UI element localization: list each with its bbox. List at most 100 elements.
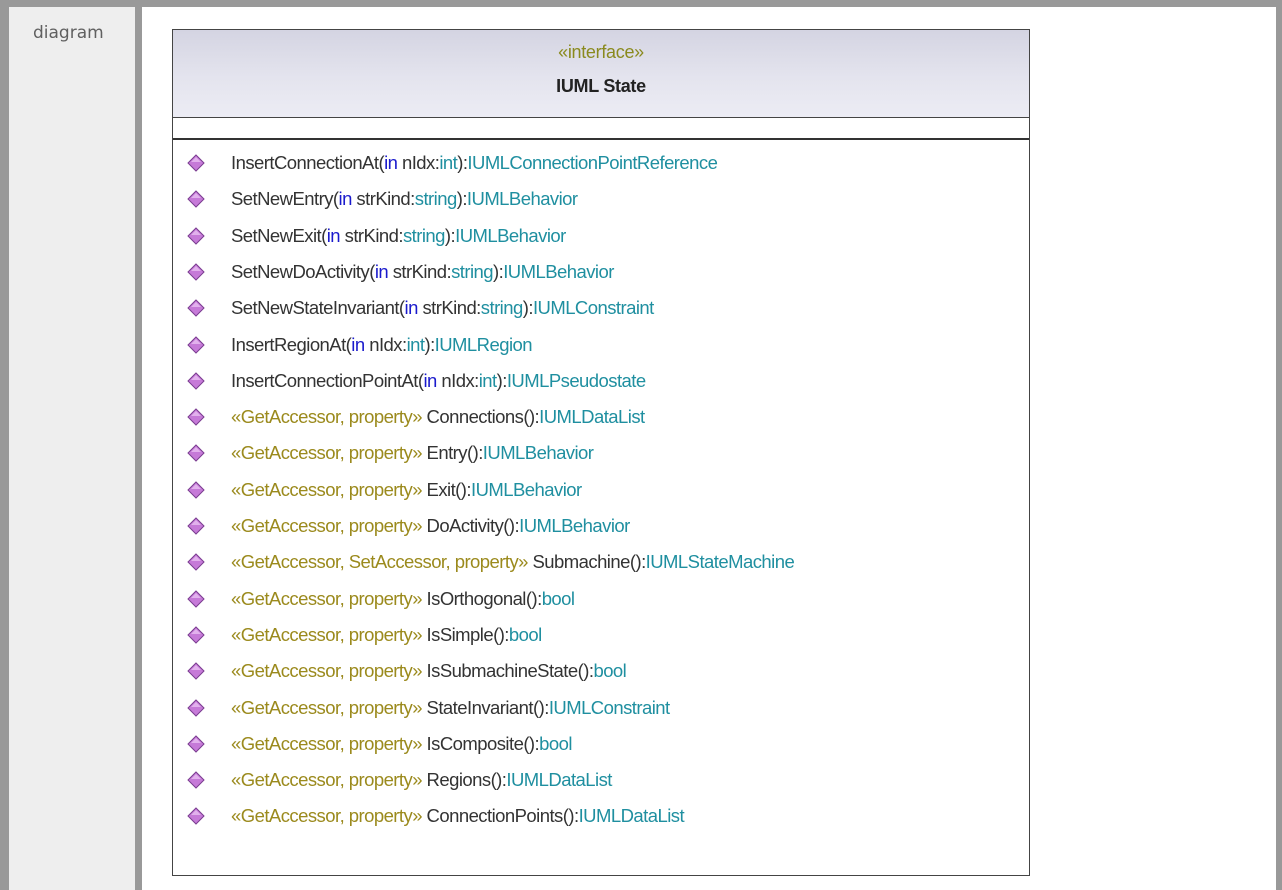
- return-type: bool: [593, 660, 627, 682]
- parameter-name: strKind:: [351, 188, 415, 210]
- parameter-type: string: [402, 224, 446, 246]
- operation-signature: «GetAccessor, SetAccessor, property» Sub…: [231, 547, 795, 577]
- operation-name: IsComposite():: [426, 732, 540, 754]
- operation-diamond-icon: [187, 372, 205, 390]
- operation-diamond-icon: [187, 807, 205, 826]
- operation-signature: «GetAccessor, property» IsOrthogonal():b…: [231, 584, 575, 614]
- parameter-name: nIdx:: [436, 369, 479, 391]
- operation-name: SetNewStateInvariant(: [231, 297, 405, 319]
- attributes-compartment: [173, 118, 1029, 140]
- parameter-name: strKind:: [417, 297, 481, 319]
- operation-punctuation: ):: [444, 224, 456, 246]
- operation-name: Entry():: [426, 442, 484, 464]
- return-type: bool: [541, 587, 575, 609]
- operation-name: ConnectionPoints():: [426, 805, 580, 827]
- return-type: IUMLBehavior: [503, 260, 614, 282]
- return-type: bool: [539, 732, 572, 754]
- section-label-cell: diagram: [9, 7, 142, 890]
- return-type: IUMLConstraint: [548, 696, 670, 718]
- operation-signature: «GetAccessor, property» Connections():IU…: [231, 402, 645, 432]
- operation-diamond-icon: [187, 589, 205, 608]
- operation-signature: «GetAccessor, property» StateInvariant()…: [231, 693, 670, 723]
- parameter-direction: in: [351, 333, 365, 355]
- operation-diamond-icon: [187, 553, 205, 572]
- operation-name: Exit():: [426, 478, 472, 500]
- operation-name: Submachine():: [532, 551, 647, 573]
- parameter-name: nIdx:: [364, 333, 407, 355]
- operation-diamond-icon: [187, 190, 205, 209]
- operation-stereotype: «GetAccessor, property»: [231, 587, 427, 609]
- operation-diamond-icon: [187, 698, 205, 717]
- operation-diamond-icon: [187, 626, 205, 644]
- operation-name: SetNewExit(: [231, 224, 327, 246]
- operation-signature: «GetAccessor, property» Entry():IUMLBeha…: [231, 438, 594, 468]
- operation-diamond-icon: [187, 408, 205, 426]
- operation-stereotype: «GetAccessor, property»: [231, 442, 427, 464]
- parameter-type: string: [414, 188, 458, 210]
- operation-punctuation: ):: [496, 369, 508, 391]
- operation-diamond-icon: [187, 771, 205, 789]
- operation-stereotype: «GetAccessor, property»: [231, 515, 427, 536]
- operation-diamond-icon: [187, 480, 205, 499]
- return-type: IUMLBehavior: [482, 442, 594, 464]
- parameter-type: string: [480, 297, 524, 319]
- operation-signature: SetNewExit(in strKind:string):IUMLBehavi…: [231, 221, 566, 251]
- return-type: bool: [508, 623, 542, 645]
- parameter-name: strKind:: [388, 260, 452, 282]
- return-type: IUMLConstraint: [532, 297, 654, 319]
- return-type: IUMLConnectionPointReference: [467, 152, 718, 173]
- operation-signature: SetNewEntry(in strKind:string):IUMLBehav…: [231, 184, 578, 214]
- parameter-type: string: [451, 260, 494, 282]
- operation-stereotype: «GetAccessor, property»: [231, 623, 427, 645]
- operation-name: SetNewDoActivity(: [231, 260, 375, 282]
- return-type: IUMLBehavior: [471, 478, 582, 500]
- operation-diamond-icon: [187, 735, 205, 753]
- operation-signature: InsertRegionAt(in nIdx:int):IUMLRegion: [231, 330, 533, 360]
- operation-name: InsertRegionAt(: [231, 333, 352, 355]
- operation-name: InsertConnectionAt(: [231, 152, 385, 173]
- parameter-type: int: [406, 333, 425, 355]
- operation-stereotype: «GetAccessor, property»: [231, 769, 427, 791]
- operation-punctuation: ):: [456, 188, 468, 210]
- operation-diamond-icon: [187, 263, 205, 281]
- operation-signature: «GetAccessor, property» IsComposite():bo…: [231, 729, 572, 759]
- operation-name: IsOrthogonal():: [426, 587, 543, 609]
- operation-diamond-icon: [187, 444, 205, 463]
- operation-diamond-icon: [187, 335, 205, 354]
- operation-punctuation: ):: [424, 333, 435, 355]
- operation-signature: SetNewStateInvariant(in strKind:string):…: [231, 293, 654, 323]
- operation-name: SetNewEntry(: [231, 188, 339, 210]
- operation-name: IsSimple():: [426, 623, 510, 645]
- operation-name: Connections():: [426, 406, 540, 428]
- operation-diamond-icon: [187, 154, 205, 172]
- interface-stereotype: «interface»: [558, 42, 644, 62]
- operation-name: IsSubmachineState():: [426, 660, 594, 682]
- operation-diamond-icon: [187, 299, 205, 317]
- return-type: IUMLBehavior: [466, 188, 578, 210]
- operation-punctuation: ):: [457, 152, 468, 173]
- operation-stereotype: «GetAccessor, property»: [231, 805, 427, 827]
- operation-diamond-icon: [187, 517, 205, 535]
- return-type: IUMLDataList: [506, 769, 612, 791]
- parameter-type: int: [439, 152, 458, 173]
- operation-stereotype: «GetAccessor, property»: [231, 660, 427, 682]
- operation-signature: «GetAccessor, property» IsSimple():bool: [231, 620, 542, 650]
- operation-name: InsertConnectionPointAt(: [231, 369, 424, 391]
- operation-stereotype: «GetAccessor, property»: [231, 406, 427, 428]
- operation-diamond-icon: [187, 662, 205, 680]
- class-header: «interface» IUML State: [173, 30, 1029, 118]
- uml-interface-box[interactable]: «interface» IUML State InsertConnectionA…: [172, 29, 1030, 876]
- operation-stereotype: «GetAccessor, property»: [231, 732, 427, 754]
- operation-name: StateInvariant():: [426, 696, 550, 718]
- return-type: IUMLDataList: [539, 406, 645, 428]
- operation-punctuation: ):: [493, 260, 504, 282]
- parameter-direction: in: [384, 152, 398, 173]
- return-type: IUMLRegion: [434, 333, 533, 355]
- operation-stereotype: «GetAccessor, property»: [231, 696, 427, 718]
- parameter-direction: in: [338, 188, 353, 210]
- operation-signature: «GetAccessor, property» Regions():IUMLDa…: [231, 765, 612, 795]
- parameter-direction: in: [423, 369, 437, 391]
- parameter-direction: in: [404, 297, 419, 319]
- parameter-name: nIdx:: [397, 152, 440, 173]
- return-type: IUMLDataList: [578, 805, 685, 827]
